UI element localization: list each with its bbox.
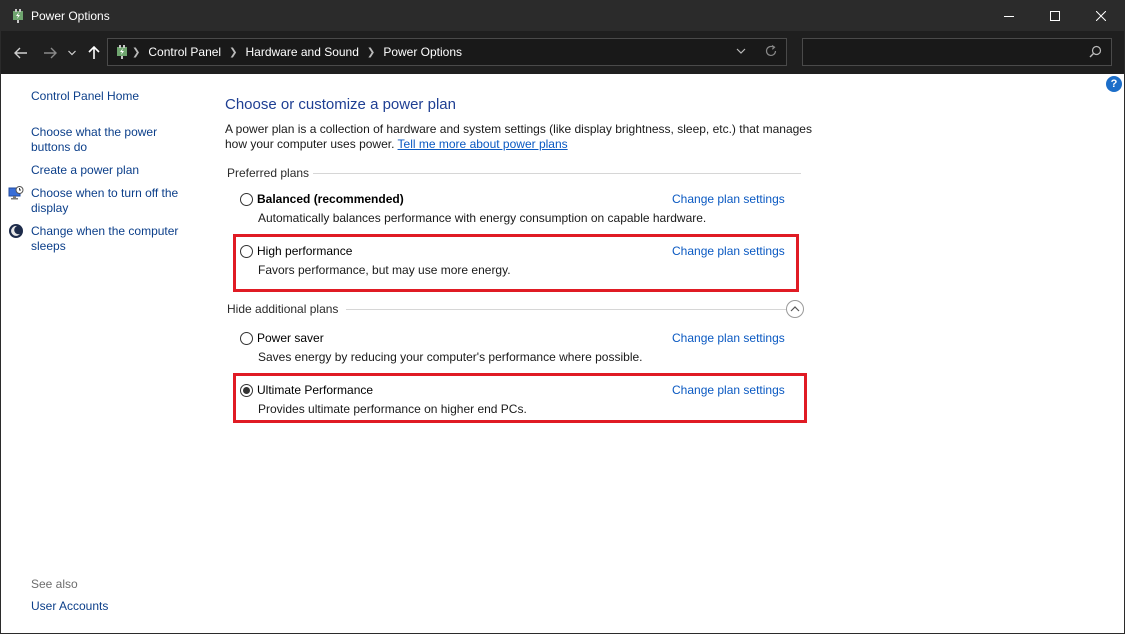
group-divider [346, 309, 786, 310]
power-options-icon [10, 8, 26, 24]
chevron-right-icon[interactable]: ❯ [132, 47, 140, 58]
computer-sleeps-link[interactable]: Change when the computer sleeps [31, 224, 191, 254]
plan-description: Automatically balances performance with … [258, 211, 707, 225]
choose-power-buttons-link[interactable]: Choose what the power buttons do [31, 125, 181, 155]
highlight-box [233, 373, 807, 423]
page-title: Choose or customize a power plan [225, 96, 456, 113]
window-title: Power Options [31, 9, 110, 23]
monitor-clock-icon [8, 185, 24, 201]
back-button[interactable] [9, 31, 33, 74]
up-button[interactable] [84, 31, 104, 74]
chevron-right-icon[interactable]: ❯ [367, 47, 375, 58]
arrow-left-icon [14, 47, 27, 58]
change-plan-settings-link[interactable]: Change plan settings [672, 331, 785, 345]
address-bar: ❯ Control Panel ❯ Hardware and Sound ❯ P… [1, 31, 1124, 74]
maximize-icon [1050, 11, 1060, 21]
help-label: ? [1110, 78, 1118, 90]
close-icon [1096, 11, 1106, 21]
see-also-label: See also [31, 577, 78, 591]
page-description: A power plan is a collection of hardware… [225, 122, 815, 152]
arrow-right-icon [44, 47, 57, 58]
turn-off-display-link[interactable]: Choose when to turn off the display [31, 186, 191, 216]
address-field[interactable]: ❯ Control Panel ❯ Hardware and Sound ❯ P… [107, 38, 787, 66]
left-pane: Control Panel Home Choose what the power… [1, 74, 201, 633]
plan-name[interactable]: Balanced (recommended) [257, 192, 404, 206]
chevron-up-icon [790, 306, 800, 312]
user-accounts-link[interactable]: User Accounts [31, 599, 108, 614]
address-dropdown-icon[interactable] [735, 45, 749, 59]
search-icon[interactable] [1089, 45, 1103, 59]
minimize-button[interactable] [986, 1, 1032, 31]
chevron-right-icon[interactable]: ❯ [229, 47, 237, 58]
additional-plans-header: Hide additional plans [227, 302, 339, 316]
power-options-window: Power Options ❯ Control Panel ❯ Hardware… [0, 0, 1125, 634]
help-button[interactable]: ? [1106, 76, 1122, 92]
search-field[interactable] [802, 38, 1112, 66]
change-plan-settings-link[interactable]: Change plan settings [672, 192, 785, 206]
learn-more-link[interactable]: Tell me more about power plans [398, 137, 568, 151]
create-power-plan-link[interactable]: Create a power plan [31, 163, 139, 178]
plan-description: Saves energy by reducing your computer's… [258, 350, 643, 364]
arrow-up-icon [88, 45, 100, 59]
breadcrumb-control-panel[interactable]: Control Panel [148, 45, 221, 59]
plan-balanced: Balanced (recommended) Automatically bal… [225, 191, 805, 235]
title-bar: Power Options [1, 1, 1124, 31]
forward-button[interactable] [38, 31, 62, 74]
plan-name[interactable]: Power saver [257, 331, 324, 345]
recent-locations-button[interactable] [65, 31, 79, 74]
highlight-box [233, 234, 799, 292]
preferred-plans-header: Preferred plans [227, 166, 310, 180]
refresh-icon[interactable] [764, 44, 780, 60]
maximize-button[interactable] [1032, 1, 1078, 31]
breadcrumb: ❯ Control Panel ❯ Hardware and Sound ❯ P… [108, 39, 462, 65]
chevron-down-icon [68, 50, 76, 55]
group-divider [313, 173, 801, 174]
close-button[interactable] [1078, 1, 1124, 31]
plan-power-saver: Power saver Saves energy by reducing you… [225, 330, 805, 374]
control-panel-home-link[interactable]: Control Panel Home [31, 89, 139, 104]
plan-radio[interactable] [240, 332, 253, 345]
collapse-button[interactable] [786, 300, 804, 318]
plan-radio[interactable] [240, 193, 253, 206]
breadcrumb-power-options[interactable]: Power Options [383, 45, 462, 59]
moon-sleep-icon [8, 223, 24, 239]
minimize-icon [1004, 16, 1014, 17]
breadcrumb-hardware-and-sound[interactable]: Hardware and Sound [246, 45, 359, 59]
